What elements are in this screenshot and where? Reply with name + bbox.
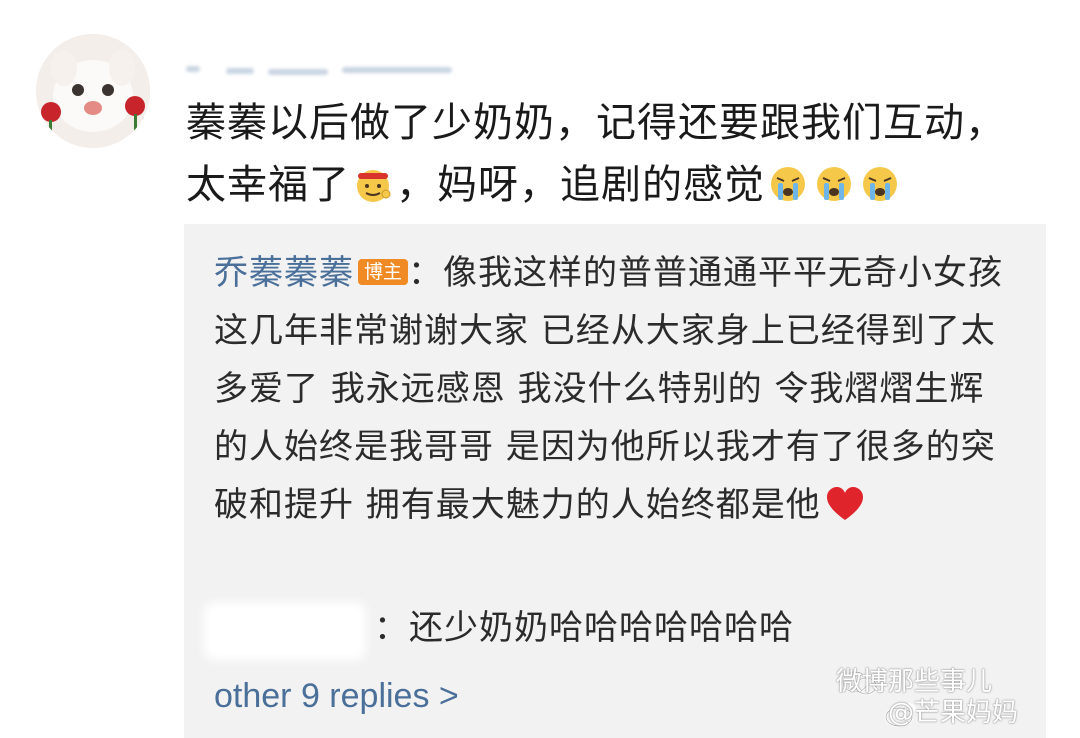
comment-line-2-end: ，妈呀，追剧的感觉 xyxy=(396,162,765,208)
sub-reply-separator: ： xyxy=(374,608,409,648)
crying-emoji-icon xyxy=(817,167,851,201)
avatar[interactable] xyxy=(36,34,150,148)
crying-emoji-icon xyxy=(771,167,805,201)
username-blurred[interactable] xyxy=(182,60,462,82)
sub-reply-text: ：还少奶奶哈哈哈哈哈哈哈 xyxy=(374,600,794,656)
cat-avatar-icon xyxy=(36,34,150,148)
blogger-reply: 乔蓁蓁蓁 博主 ：像我这样的普普通通平平无奇小女孩 这几年非常谢谢大家 已经从大家身… xyxy=(214,244,1014,534)
reply-separator: ： xyxy=(408,253,444,293)
more-replies-link[interactable]: other 9 replies > xyxy=(214,668,459,724)
watermark-handle: @芒果妈妈 xyxy=(888,698,1019,728)
reply-section: 乔蓁蓁蓁 博主 ：像我这样的普普通通平平无奇小女孩 这几年非常谢谢大家 已经从大家身… xyxy=(184,224,1046,738)
headband-emoji-icon xyxy=(357,170,391,202)
comment-text: 蓁蓁以后做了少奶奶，记得还要跟我们互动， 太幸福了 ，妈呀，追剧的感觉 xyxy=(186,92,1026,216)
sub-reply-author-blurred[interactable] xyxy=(204,602,366,660)
sub-reply: ：还少奶奶哈哈哈哈哈哈哈 xyxy=(204,600,1024,660)
comment-line-1: 蓁蓁以后做了少奶奶，记得还要跟我们互动， xyxy=(186,100,1006,146)
reply-body: 像我这样的普普通通平平无奇小女孩 这几年非常谢谢大家 已经从大家身上已经得到了太… xyxy=(214,253,1004,525)
reply-author-link[interactable]: 乔蓁蓁蓁 xyxy=(214,253,354,293)
comment-line-2-start: 太幸福了 xyxy=(186,162,350,208)
heart-icon xyxy=(826,487,863,520)
crying-emoji-icon xyxy=(863,167,897,201)
blogger-badge: 博主 xyxy=(358,259,409,285)
comment-line-2: 太幸福了 ，妈呀，追剧的感觉 xyxy=(186,154,1026,216)
sub-reply-body: 还少奶奶哈哈哈哈哈哈哈 xyxy=(409,608,794,648)
